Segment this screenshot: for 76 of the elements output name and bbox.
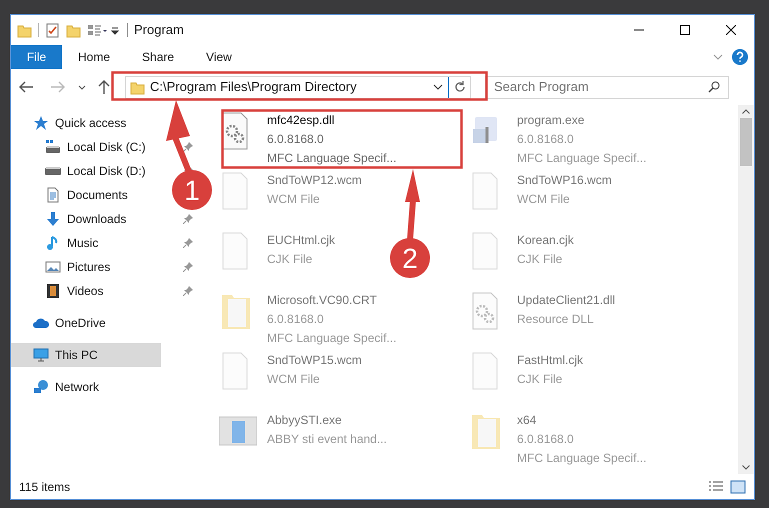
file-detail: Resource DLL [517, 311, 595, 328]
sidebar-item[interactable]: OneDrive [11, 311, 161, 335]
folder-icon [130, 80, 145, 94]
drive-icon [45, 139, 61, 155]
file-name[interactable]: FastHtml.cjk [517, 351, 583, 370]
file-name[interactable]: SndToWP15.wcm [267, 351, 362, 370]
large-icons-view-icon[interactable] [730, 480, 746, 494]
sidebar-item[interactable]: Videos [11, 279, 161, 303]
sidebar-item[interactable]: Music [11, 231, 161, 255]
file-detail: CJK File [267, 251, 314, 268]
picture-icon [45, 259, 61, 275]
item-count: 115 items [19, 478, 72, 496]
help-icon[interactable] [732, 49, 748, 65]
file-detail: 6.0.8168.0 [517, 431, 575, 448]
sidebar-item[interactable]: Documents [11, 183, 161, 207]
drive-icon [45, 167, 61, 175]
file-detail: 6.0.8168.0 [267, 131, 325, 148]
search-placeholder: Search Program [494, 78, 590, 96]
network-globe-icon [33, 379, 49, 395]
file-name[interactable]: SndToWP12.wcm [267, 171, 362, 190]
scrollbar-thumb[interactable] [740, 118, 752, 166]
up-arrow-icon[interactable] [97, 79, 111, 95]
file-name[interactable]: SndToWP16.wcm [517, 171, 612, 190]
sidebar-item[interactable]: Local Disk (C:) [11, 135, 161, 159]
file-detail: CJK File [517, 371, 564, 388]
sidebar-item[interactable]: Local Disk (D:) [11, 159, 161, 183]
monitor-icon [33, 347, 49, 363]
file-name[interactable]: AbbyySTI.exe [267, 411, 387, 430]
file-detail: WCM File [267, 191, 321, 208]
sidebar-item[interactable]: Downloads [11, 207, 161, 231]
file-name[interactable]: Korean.cjk [517, 231, 574, 250]
file-detail: ABBY sti event hand... [267, 431, 387, 448]
sidebar-item[interactable]: Network [11, 375, 161, 399]
file-detail: WCM File [517, 191, 571, 208]
star-icon [33, 115, 49, 131]
film-icon [45, 283, 61, 299]
download-arrow-icon [45, 211, 61, 227]
sidebar-item[interactable]: Pictures [11, 255, 161, 279]
sidebar-item[interactable]: This PC [11, 343, 161, 367]
properties-icon[interactable] [87, 22, 109, 38]
file-name[interactable]: program.exe [517, 111, 646, 130]
file-detail: MFC Language Specif... [517, 450, 646, 467]
file-name[interactable]: EUCHtml.cjk [267, 231, 335, 250]
file-detail: WCM File [267, 371, 321, 388]
close-icon [726, 25, 736, 35]
file-detail: CJK File [517, 251, 564, 268]
sidebar-item[interactable]: Quick access [11, 111, 161, 135]
back-arrow-icon[interactable] [17, 80, 35, 94]
file-name[interactable]: x64 [517, 411, 646, 430]
file-name[interactable]: Microsoft.VC90.CRT [267, 291, 396, 310]
address-field[interactable]: C:\Program Files\Program Directory [125, 76, 471, 98]
step-number: 2 [402, 243, 418, 274]
search-icon [708, 81, 720, 93]
ribbon-tab[interactable]: Share [126, 45, 190, 69]
file-name[interactable]: UpdateClient21.dll [517, 291, 616, 310]
file-detail: MFC Language Specif... [517, 150, 646, 167]
details-view-icon[interactable] [708, 480, 724, 494]
ribbon-tab[interactable]: File [11, 45, 62, 69]
checklist-icon[interactable] [45, 22, 60, 38]
ribbon-tab[interactable]: View [190, 45, 248, 69]
pointer-arrow [405, 169, 420, 240]
file-detail: 6.0.8168.0 [267, 311, 325, 328]
step-badge [390, 238, 430, 278]
file-detail: MFC Language Specif... [267, 150, 396, 167]
file-detail: 6.0.8168.0 [517, 131, 575, 148]
document-icon [45, 187, 61, 203]
file-name[interactable]: mfc42esp.dll [267, 111, 396, 130]
file-detail: MFC Language Specif... [267, 330, 396, 347]
window-title: Program [134, 21, 184, 40]
ribbon-tab[interactable]: Home [62, 45, 126, 69]
step-number: 1 [184, 175, 200, 206]
search-field[interactable]: Search Program [485, 76, 729, 98]
refresh-icon [454, 81, 466, 93]
step-badge [172, 170, 212, 210]
maximize-icon [680, 25, 690, 35]
address-path: C:\Program Files\Program Directory [150, 78, 358, 96]
